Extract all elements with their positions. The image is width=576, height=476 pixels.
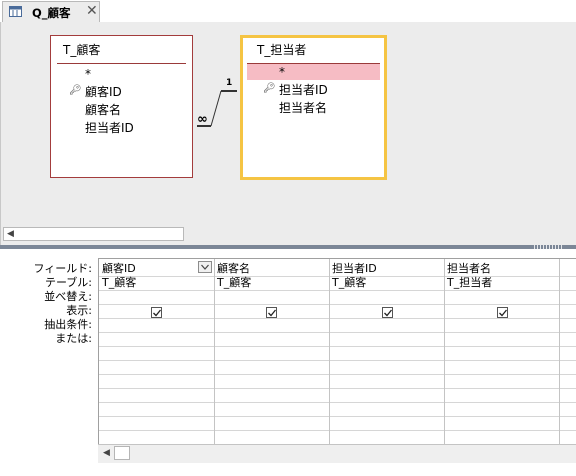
field-all[interactable]: *	[279, 64, 285, 81]
selected-field-highlight	[247, 64, 380, 80]
checkmark-icon	[384, 309, 392, 317]
grid-line	[99, 402, 576, 403]
grid-horizontal-scrollbar[interactable]: ◀	[98, 444, 576, 463]
field-customer-name[interactable]: 顧客名	[85, 102, 121, 119]
grid-column-line	[559, 259, 560, 444]
grid-column-line	[214, 259, 215, 444]
scroll-left-icon[interactable]: ◀	[103, 448, 110, 458]
checkmark-icon	[499, 309, 507, 317]
field-staff-id[interactable]: 担当者ID	[279, 82, 328, 99]
checkmark-icon	[153, 309, 161, 317]
grid-line	[99, 346, 576, 347]
row-label-show: 表示:	[66, 304, 92, 317]
grid-table-cell[interactable]: T_担当者	[447, 276, 492, 289]
grid-field-cell[interactable]: 顧客ID	[102, 262, 136, 275]
key-icon: 🔑︎	[69, 85, 82, 96]
grid-table-cell[interactable]: T_顧客	[332, 276, 366, 289]
grid-table-cell[interactable]: T_顧客	[102, 276, 136, 289]
show-checkbox[interactable]	[497, 307, 508, 318]
field-staff-id[interactable]: 担当者ID	[85, 120, 134, 137]
grid-line	[99, 388, 576, 389]
grid-field-cell[interactable]: 担当者ID	[332, 262, 377, 275]
field-dropdown-button[interactable]	[198, 261, 212, 273]
scroll-thumb[interactable]	[114, 446, 130, 460]
show-checkbox[interactable]	[151, 307, 162, 318]
relationship-many-label: ∞	[197, 112, 208, 127]
table-title: T_顧客	[63, 43, 101, 57]
table-box-staff[interactable]: T_担当者 * 🔑︎ 担当者ID 担当者名	[240, 35, 387, 180]
row-label-field: フィールド:	[33, 262, 93, 275]
table-box-customers[interactable]: T_顧客 * 🔑︎ 顧客ID 顧客名 担当者ID	[50, 35, 193, 178]
field-staff-name[interactable]: 担当者名	[279, 100, 327, 117]
grid-field-cell[interactable]: 顧客名	[217, 262, 250, 275]
relationship-one-label: 1	[226, 78, 233, 88]
key-icon: 🔑︎	[263, 83, 276, 94]
grid-column-line	[329, 259, 330, 444]
grid-field-cell[interactable]: 担当者名	[447, 262, 491, 275]
row-label-or: または:	[55, 332, 92, 345]
query-icon	[9, 6, 22, 17]
grid-line	[99, 416, 576, 417]
grid-line	[99, 318, 576, 319]
query-tab[interactable]: Q_顧客 ✕	[2, 1, 100, 22]
checkmark-icon	[268, 309, 276, 317]
row-label-criteria: 抽出条件:	[44, 318, 92, 331]
grid-line	[99, 374, 576, 375]
tab-title: Q_顧客	[32, 6, 71, 20]
grid-line	[99, 290, 576, 291]
grid-line	[99, 304, 576, 305]
grid-column-line	[444, 259, 445, 444]
close-icon[interactable]: ✕	[86, 3, 98, 19]
table-design-pane: T_顧客 * 🔑︎ 顧客ID 顧客名 担当者ID T_担当者 * 🔑︎ 担当者I…	[0, 22, 576, 245]
grid-table-cell[interactable]: T_顧客	[217, 276, 251, 289]
field-all[interactable]: *	[85, 66, 91, 83]
row-label-sort: 並べ替え:	[44, 290, 92, 303]
row-label-table: テーブル:	[44, 276, 92, 289]
divider	[57, 63, 186, 64]
show-checkbox[interactable]	[382, 307, 393, 318]
upper-horizontal-scrollbar[interactable]: ◀	[3, 227, 184, 241]
scroll-left-icon[interactable]: ◀	[7, 229, 14, 239]
field-customer-id[interactable]: 顧客ID	[85, 84, 122, 101]
document-tab-strip: Q_顧客 ✕	[0, 0, 576, 23]
grid-line	[99, 332, 576, 333]
show-checkbox[interactable]	[266, 307, 277, 318]
query-design-grid[interactable]: 顧客ID T_顧客 顧客名 T_顧客 担当者ID T_顧客 担当者名 T_担当者	[98, 258, 576, 444]
grid-line	[99, 430, 576, 431]
chevron-down-icon	[201, 264, 209, 270]
grid-line	[99, 360, 576, 361]
table-title: T_担当者	[257, 43, 307, 57]
